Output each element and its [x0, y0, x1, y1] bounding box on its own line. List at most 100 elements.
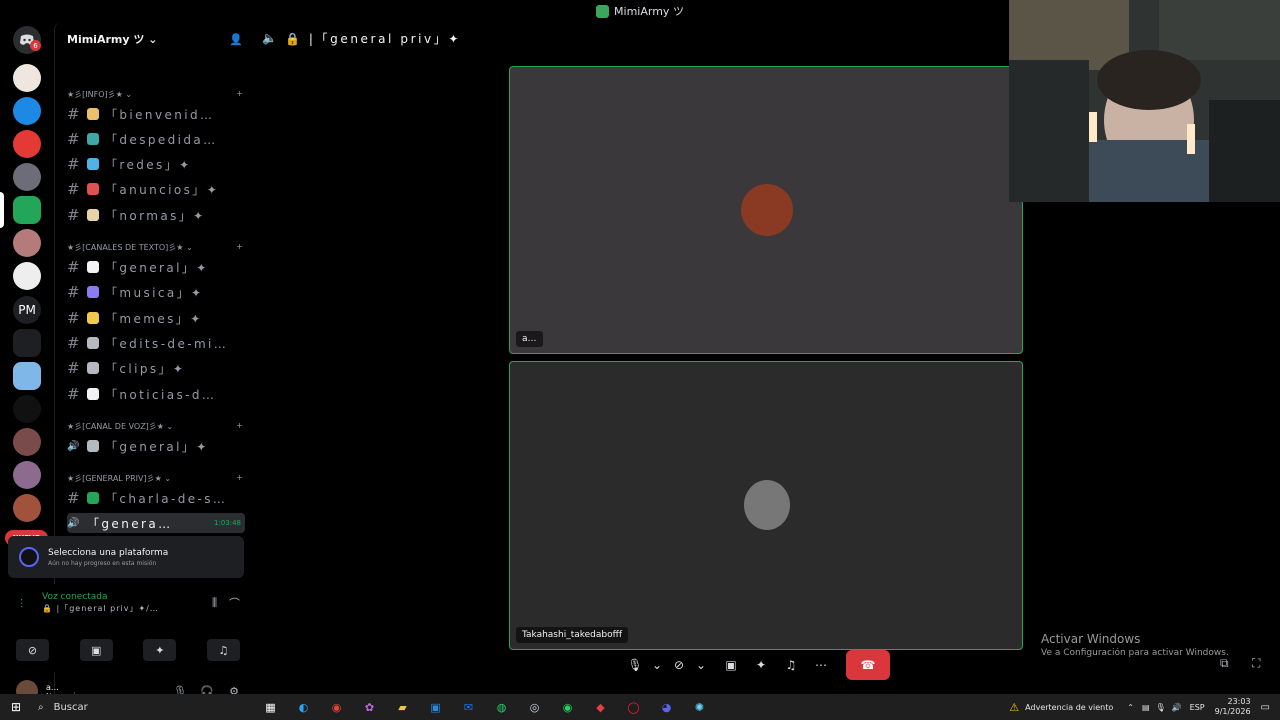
task-view-icon[interactable]: ▦	[254, 694, 287, 720]
add-channel-icon[interactable]: +	[236, 421, 243, 432]
hash-icon: #	[67, 359, 80, 377]
channel-item[interactable]: # 「charla-de-s…	[67, 488, 245, 508]
guild-header[interactable]: MimiArmy ツ ⌄ 👤	[67, 30, 243, 48]
disconnect-icon[interactable]: ⌒	[229, 595, 240, 611]
file-explorer-icon[interactable]: ▰	[386, 694, 419, 720]
add-channel-icon[interactable]: +	[236, 89, 243, 100]
participant-tile[interactable]: Takahashi_takedabofff	[509, 361, 1023, 650]
noise-suppression-icon[interactable]: ⫼	[212, 596, 217, 610]
server-icon-2[interactable]	[13, 97, 41, 125]
server-icon-6[interactable]	[13, 229, 41, 257]
soundboard-icon: ♫	[218, 643, 229, 657]
signal-icon: ⫶	[20, 597, 24, 611]
active-voice-channel[interactable]: 🔊 「genera… 1:03:48	[67, 513, 245, 533]
server-icon-7[interactable]	[13, 262, 41, 290]
leave-call-button[interactable]: ☎	[846, 650, 890, 680]
mention-badge: 6	[30, 40, 41, 51]
channel-item[interactable]: # 「memes」✦	[67, 308, 245, 328]
soundboard-button[interactable]: ♫	[776, 652, 806, 678]
camera-button[interactable]: ⊘	[664, 652, 694, 678]
server-icon-11[interactable]	[13, 395, 41, 423]
voice-channel-item[interactable]: 🔊 「general」✦	[67, 436, 245, 456]
weather-alert[interactable]: Advertencia de viento	[1025, 703, 1113, 712]
speaker-icon: 🔊	[67, 440, 80, 452]
notification-icon[interactable]: ▭	[1261, 702, 1270, 713]
category-canal-de-voz[interactable]: ★彡[CANAL DE VOZ]彡★ ⌄ +	[67, 421, 243, 432]
server-icon-14[interactable]	[13, 494, 41, 522]
mission-panel[interactable]: Selecciona una plataforma Aún no hay pro…	[8, 536, 244, 578]
category-info[interactable]: ★彡[INFO]彡★ ⌄ +	[67, 89, 243, 100]
microphone-icon[interactable]: 🎙	[1156, 703, 1166, 712]
steam-icon[interactable]: ◎	[518, 694, 551, 720]
channel-item[interactable]: # 「anuncios」✦	[67, 179, 245, 199]
server-icon-9[interactable]	[13, 329, 41, 357]
fullscreen-icon[interactable]: ⛶	[1252, 656, 1260, 671]
edge-icon[interactable]: ◐	[287, 694, 320, 720]
opera-icon[interactable]: ◯	[617, 694, 650, 720]
more-button[interactable]: ⋯	[806, 652, 836, 678]
screen-share-button[interactable]: ▣	[79, 639, 113, 661]
server-icon-3[interactable]	[13, 130, 41, 158]
screen-share-icon: ▣	[90, 643, 102, 657]
camera-options-button[interactable]: ⌄	[694, 652, 708, 678]
channel-item[interactable]: # 「edits-de-mi…	[67, 333, 245, 353]
spotify-icon[interactable]: ◉	[551, 694, 584, 720]
share-screen-button[interactable]: ▣	[716, 652, 746, 678]
channel-item[interactable]: # 「musica」✦	[67, 282, 245, 302]
server-icon-10[interactable]	[13, 362, 41, 390]
channel-title: 🔒 |「general priv」✦	[284, 31, 462, 46]
channel-item[interactable]: # 「normas」✦	[67, 205, 245, 225]
hash-icon: #	[67, 130, 80, 148]
server-icon-13[interactable]	[13, 461, 41, 489]
channel-item[interactable]: # 「redes」✦	[67, 154, 245, 174]
add-channel-icon[interactable]: +	[236, 473, 243, 484]
webcam-image	[1009, 0, 1280, 202]
server-icon-mimiarmy[interactable]	[13, 196, 41, 224]
start-button[interactable]: ⊞	[0, 694, 32, 720]
add-member-icon[interactable]: 👤	[229, 33, 243, 46]
channel-item[interactable]: # 「clips」✦	[67, 358, 245, 378]
speaker-icon: 🔊	[67, 517, 80, 529]
whatsapp-icon[interactable]: ◍	[485, 694, 518, 720]
volume-icon[interactable]: 🔊	[1172, 703, 1182, 712]
chrome-icon[interactable]: ◉	[320, 694, 353, 720]
mute-button[interactable]: 🎙	[620, 652, 650, 678]
mic-options-button[interactable]: ⌄	[650, 652, 664, 678]
microphone-icon: 🎙	[627, 658, 643, 672]
discord-icon[interactable]: ◕	[650, 694, 683, 720]
channel-item[interactable]: # 「noticias-d…	[67, 384, 245, 404]
activities-button[interactable]: ✦	[143, 639, 177, 661]
activities-button[interactable]: ✦	[746, 652, 776, 678]
webcam-overlay	[1009, 0, 1280, 202]
copilot-icon[interactable]: ✿	[353, 694, 386, 720]
react-app-icon[interactable]: ✺	[683, 694, 716, 720]
popout-icon[interactable]: ⧉	[1220, 656, 1229, 671]
system-tray: ⚠ Advertencia de viento ⌃ ▤ 🎙 🔊 ESP 23:0…	[1009, 694, 1280, 720]
channel-item[interactable]: # 「despedida…	[67, 129, 245, 149]
participant-tile[interactable]: a…	[509, 66, 1023, 354]
channel-item[interactable]: # 「bienvenid…	[67, 104, 245, 124]
voice-connected-panel: ⫶ Voz conectada 🔒 |「general priv」✦/… ⫼ ⌒…	[8, 584, 244, 672]
chevron-up-icon[interactable]: ⌃	[1127, 703, 1134, 712]
language-indicator[interactable]: ESP	[1190, 703, 1205, 712]
store-icon[interactable]: ▣	[419, 694, 452, 720]
server-icon-1[interactable]	[13, 64, 41, 92]
outlook-icon[interactable]: ✉	[452, 694, 485, 720]
server-icon-pm[interactable]: PM	[13, 296, 41, 324]
soundboard-button[interactable]: ♫	[206, 639, 240, 661]
network-icon[interactable]: ▤	[1142, 703, 1150, 712]
add-channel-icon[interactable]: +	[236, 242, 243, 253]
app-icon[interactable]: ◆	[584, 694, 617, 720]
server-icon-12[interactable]	[13, 428, 41, 456]
server-icon-4[interactable]	[13, 163, 41, 191]
camera-off-button[interactable]: ⊘	[16, 639, 49, 661]
quest-icon	[19, 547, 39, 567]
category-general-priv[interactable]: ★彡[GENERAL PRIV]彡★ ⌄ +	[67, 473, 243, 484]
taskbar-search[interactable]: ⌕ Buscar	[32, 696, 172, 718]
clock[interactable]: 23:03 9/1/2026	[1215, 697, 1251, 717]
category-canales-de-texto[interactable]: ★彡[CANALES DE TEXTO]彡★ ⌄ +	[67, 242, 243, 253]
mission-title: Selecciona una plataforma	[48, 547, 169, 558]
channel-emoji-icon	[87, 362, 99, 374]
channel-emoji-icon	[87, 312, 99, 324]
channel-item[interactable]: # 「general」✦	[67, 257, 245, 277]
